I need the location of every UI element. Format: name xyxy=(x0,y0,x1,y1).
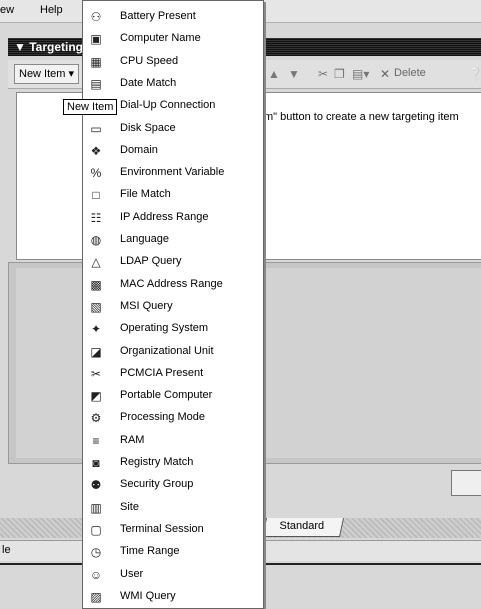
new-item-tooltip: New Item xyxy=(63,99,118,115)
pcmcia-icon: ✂ xyxy=(90,366,102,381)
calendar-icon: ▤ xyxy=(90,76,102,91)
menu-item-label: WMI Query xyxy=(120,589,176,602)
menu-help[interactable]: Help xyxy=(40,4,63,16)
menu-item-security-group[interactable]: ⚉ Security Group xyxy=(83,474,263,496)
menu-item-terminal-session[interactable]: ▢ Terminal Session xyxy=(83,519,263,541)
tab-standard[interactable]: Standard xyxy=(261,518,345,537)
menu-item-user[interactable]: ☺ User xyxy=(83,564,263,586)
network-icon: ☷ xyxy=(90,210,102,225)
menu-item-mac-address-range[interactable]: ▩ MAC Address Range xyxy=(83,274,263,296)
menu-item-label: PCMCIA Present xyxy=(120,366,204,379)
menu-item-label: Battery Present xyxy=(120,10,196,22)
menu-item-label: Terminal Session xyxy=(120,522,204,535)
menu-item-registry-match[interactable]: ◙ Registry Match xyxy=(83,452,263,474)
menu-item-label: Registry Match xyxy=(120,456,194,468)
os-icon: ✦ xyxy=(90,322,102,337)
status-text: le xyxy=(2,544,11,556)
menu-view[interactable]: ew xyxy=(0,4,14,16)
menu-item-ip-address-range[interactable]: ☷ IP Address Range xyxy=(83,207,263,229)
clock-icon: ◷ xyxy=(90,545,102,560)
menu-item-label: Processing Mode xyxy=(120,411,205,424)
menu-item-ram[interactable]: ≡ RAM xyxy=(83,430,263,452)
wmi-icon: ▨ xyxy=(90,589,102,604)
menu-item-time-range[interactable]: ◷ Time Range xyxy=(83,541,263,563)
menu-item-file-match[interactable]: □ File Match xyxy=(83,184,263,206)
group-icon: ⚉ xyxy=(90,478,102,493)
menu-item-label: Site xyxy=(120,500,139,513)
disk-icon: ▭ xyxy=(90,121,102,136)
terminal-icon: ▢ xyxy=(90,522,102,537)
menu-item-organizational-unit[interactable]: ◪ Organizational Unit xyxy=(83,341,263,363)
cpu-icon: ▦ xyxy=(90,54,102,69)
dialog-button[interactable] xyxy=(451,470,481,496)
menu-item-ldap-query[interactable]: △ LDAP Query xyxy=(83,251,263,273)
domain-icon: ❖ xyxy=(90,143,102,158)
percent-icon: % xyxy=(90,166,102,181)
site-icon: ▥ xyxy=(90,500,102,515)
menu-item-operating-system[interactable]: ✦ Operating System xyxy=(83,318,263,340)
user-icon: ☺ xyxy=(89,567,103,582)
menu-item-disk-space[interactable]: ▭ Disk Space xyxy=(83,118,263,140)
msi-icon: ▧ xyxy=(90,299,102,314)
menu-item-msi-query[interactable]: ▧ MSI Query xyxy=(83,296,263,318)
help-icon[interactable]: ❔ xyxy=(468,67,481,81)
menu-item-cpu-speed[interactable]: ▦ CPU Speed xyxy=(83,51,263,73)
menu-item-label: Organizational Unit xyxy=(120,344,214,357)
menu-item-date-match[interactable]: ▤ Date Match xyxy=(83,73,263,95)
menu-item-label: Dial-Up Connection xyxy=(120,99,216,112)
menu-item-portable-computer[interactable]: ◩ Portable Computer xyxy=(83,385,263,407)
menu-item-environment-variable[interactable]: % Environment Variable xyxy=(83,162,263,184)
menu-item-label: Domain xyxy=(120,143,158,156)
menu-item-label: Time Range xyxy=(120,545,180,558)
paste-icon[interactable]: ▤▾ xyxy=(352,67,369,81)
ldap-icon: △ xyxy=(91,255,101,270)
menu-item-label: Computer Name xyxy=(120,32,201,45)
menu-item-label: Disk Space xyxy=(120,121,176,134)
ram-icon: ≡ xyxy=(92,433,100,448)
menu-item-label: Portable Computer xyxy=(120,389,213,402)
menu-item-language[interactable]: ◍ Language xyxy=(83,229,263,251)
cut-icon[interactable]: ✂ xyxy=(318,67,328,81)
menu-item-label: IP Address Range xyxy=(120,210,209,223)
menu-item-label: User xyxy=(120,567,144,580)
menu-item-label: Environment Variable xyxy=(120,166,225,179)
menu-item-wmi-query[interactable]: ▨ WMI Query xyxy=(83,586,263,608)
ou-icon: ◪ xyxy=(90,344,102,359)
menu-item-label: Security Group xyxy=(120,478,194,491)
move-down-icon[interactable]: ▼ xyxy=(288,67,300,81)
laptop-icon: ◩ xyxy=(90,389,102,404)
nic-icon: ▩ xyxy=(90,277,102,292)
hint-text: m" button to create a new targeting item xyxy=(264,111,459,123)
battery-icon: ⚇ xyxy=(90,10,102,24)
menu-item-label: CPU Speed xyxy=(120,54,179,67)
menu-item-processing-mode[interactable]: ⚙ Processing Mode xyxy=(83,407,263,429)
window-title: ▼ Targeting xyxy=(14,40,83,54)
copy-icon[interactable]: ❐ xyxy=(334,67,345,81)
move-up-icon[interactable]: ▲ xyxy=(268,67,280,81)
menu-item-label: Language xyxy=(120,233,169,245)
menu-item-battery-present[interactable]: ⚇ Battery Present xyxy=(83,6,263,28)
delete-icon[interactable]: ✕ xyxy=(380,67,390,81)
new-item-button[interactable]: New Item ▾ xyxy=(14,64,80,84)
tab-standard-label: Standard xyxy=(279,520,325,532)
menu-item-label: MSI Query xyxy=(120,299,173,312)
menu-item-label: RAM xyxy=(120,433,145,446)
menu-item-domain[interactable]: ❖ Domain xyxy=(83,140,263,162)
new-item-dropdown-menu: ⚇ Battery Present ▣ Computer Name ▦ CPU Speed… xyxy=(82,0,264,609)
delete-label[interactable]: Delete xyxy=(394,67,426,79)
menu-item-label: MAC Address Range xyxy=(120,277,223,290)
computer-icon: ▣ xyxy=(90,32,102,47)
menu-item-computer-name[interactable]: ▣ Computer Name xyxy=(83,28,263,50)
menu-item-label: Date Match xyxy=(120,76,177,89)
menu-item-site[interactable]: ▥ Site xyxy=(83,497,263,519)
processing-icon: ⚙ xyxy=(90,411,102,426)
menu-item-pcmcia-present[interactable]: ✂ PCMCIA Present xyxy=(83,363,263,385)
menu-item-label: LDAP Query xyxy=(120,255,182,268)
globe-icon: ◍ xyxy=(90,233,102,247)
registry-icon: ◙ xyxy=(92,456,100,470)
menu-item-label: File Match xyxy=(120,188,171,201)
menu-item-label: Operating System xyxy=(120,322,209,335)
file-icon: □ xyxy=(92,188,100,203)
